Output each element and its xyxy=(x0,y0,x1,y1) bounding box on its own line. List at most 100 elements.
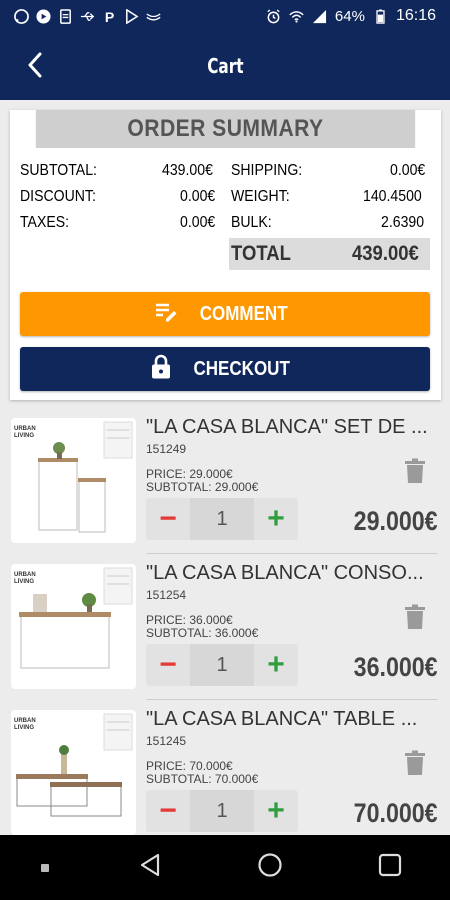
increase-quantity-button[interactable]: + xyxy=(254,498,298,540)
delete-item-button[interactable] xyxy=(404,750,426,776)
shipping-label: SHIPPING: xyxy=(231,162,303,179)
taxes-value: 0.00€ xyxy=(179,214,216,231)
product-subtotal: SUBTOTAL: 36.000€ xyxy=(146,626,259,640)
nav-recents-icon xyxy=(378,853,402,882)
item-total-value: 29.000€ xyxy=(354,506,438,536)
total-label: TOTAL xyxy=(231,242,291,265)
product-price-block: PRICE: 29.000€ SUBTOTAL: 29.000€ xyxy=(146,468,258,494)
bulk-label: BULK: xyxy=(231,214,272,231)
nav-back-icon xyxy=(139,853,161,882)
order-summary-card: ORDER SUMMARY SUBTOTAL: 439.00€ DISCOUNT… xyxy=(10,110,441,400)
item-divider xyxy=(146,699,438,700)
delete-item-button[interactable] xyxy=(404,604,426,630)
item-divider xyxy=(146,553,438,554)
product-image[interactable]: URBAN LIVING xyxy=(11,710,136,835)
cart-item: URBAN LIVING "LA CASA BLANCA" CONSO... 1… xyxy=(0,556,450,702)
nav-home-icon xyxy=(257,852,283,883)
decrease-quantity-button[interactable]: − xyxy=(146,644,190,686)
product-price-block: PRICE: 70.000€ SUBTOTAL: 70.000€ xyxy=(146,760,258,786)
status-bar: P 64% 16:16 xyxy=(0,0,450,32)
doc-icon xyxy=(58,8,73,24)
quantity-stepper: − 1 + xyxy=(146,790,298,832)
svg-text:URBAN: URBAN xyxy=(14,426,36,432)
discount-row: DISCOUNT: 0.00€ xyxy=(20,184,220,210)
back-button[interactable] xyxy=(20,52,50,82)
battery-icon xyxy=(373,8,388,24)
quantity-stepper: − 1 + xyxy=(146,498,298,540)
trash-icon xyxy=(404,604,426,634)
svg-text:LIVING: LIVING xyxy=(14,433,34,439)
product-image[interactable]: URBAN LIVING xyxy=(11,418,136,543)
cart-item: URBAN LIVING "LA CASA BLANCA" SET DE ...… xyxy=(0,410,450,556)
comment-label: COMMENT xyxy=(200,302,288,325)
comment-button[interactable]: COMMENT xyxy=(20,292,430,336)
increase-quantity-button[interactable]: + xyxy=(254,644,298,686)
decrease-quantity-button[interactable]: − xyxy=(146,498,190,540)
item-total: 70.000€ xyxy=(340,798,438,829)
comment-edit-icon xyxy=(154,300,178,328)
checkout-button[interactable]: CHECKOUT xyxy=(20,347,430,391)
quantity-value[interactable]: 1 xyxy=(190,790,254,832)
app-bar: Cart xyxy=(0,32,450,100)
page-title: Cart xyxy=(206,54,244,78)
mail-icon xyxy=(146,9,161,24)
product-subtotal: SUBTOTAL: 29.000€ xyxy=(146,480,259,494)
product-ref: 151245 xyxy=(146,734,187,748)
svg-text:P: P xyxy=(105,9,114,24)
battery-level: 64% xyxy=(334,7,365,25)
signal-icon xyxy=(312,9,327,24)
youtube-icon xyxy=(36,8,51,24)
quantity-value[interactable]: 1 xyxy=(190,644,254,686)
usb-icon xyxy=(80,9,95,24)
nav-back-button[interactable] xyxy=(120,843,180,893)
parking-icon: P xyxy=(102,9,117,24)
nav-home-button[interactable] xyxy=(240,843,300,893)
item-total: 36.000€ xyxy=(340,652,438,683)
weight-value: 140.4500 xyxy=(363,188,422,205)
product-subtotal: SUBTOTAL: 70.000€ xyxy=(146,772,259,786)
alarm-icon xyxy=(266,8,281,24)
discount-label: DISCOUNT: xyxy=(20,188,96,205)
product-ref: 151254 xyxy=(146,588,187,602)
bulk-value: 2.6390 xyxy=(381,214,425,231)
subtotal-row: SUBTOTAL: 439.00€ xyxy=(20,158,220,184)
checkout-label: CHECKOUT xyxy=(193,357,291,380)
trash-icon xyxy=(404,750,426,780)
product-ref: 151249 xyxy=(146,442,187,456)
shipping-row: SHIPPING: 0.00€ xyxy=(231,158,430,184)
order-summary-title: ORDER SUMMARY xyxy=(35,110,416,148)
play-store-icon xyxy=(124,8,139,24)
svg-text:URBAN: URBAN xyxy=(14,572,36,578)
cart-item: URBAN LIVING "LA CASA BLANCA" TABLE ... … xyxy=(0,702,450,848)
svg-text:LIVING: LIVING xyxy=(14,579,34,585)
wifi-icon xyxy=(289,9,304,24)
total-value: 439.00€ xyxy=(352,242,419,265)
back-arrow-icon xyxy=(27,52,43,83)
item-total-value: 70.000€ xyxy=(354,798,438,828)
increase-quantity-button[interactable]: + xyxy=(254,790,298,832)
subtotal-value: 439.00€ xyxy=(162,162,214,179)
nav-dot xyxy=(30,843,60,893)
taxes-label: TAXES: xyxy=(20,214,70,231)
bulk-row: BULK: 2.6390 xyxy=(231,210,430,236)
product-name[interactable]: "LA CASA BLANCA" SET DE ... xyxy=(146,416,428,439)
shipping-value: 0.00€ xyxy=(389,162,426,179)
item-total: 29.000€ xyxy=(340,506,438,537)
nav-recents-button[interactable] xyxy=(360,843,420,893)
svg-text:LIVING: LIVING xyxy=(14,725,34,731)
svg-text:URBAN: URBAN xyxy=(14,718,36,724)
product-name[interactable]: "LA CASA BLANCA" TABLE ... xyxy=(146,708,417,731)
whatsapp-icon xyxy=(14,8,29,24)
product-name[interactable]: "LA CASA BLANCA" CONSO... xyxy=(146,562,424,585)
lock-icon xyxy=(151,354,171,385)
weight-row: WEIGHT: 140.4500 xyxy=(231,184,430,210)
product-image[interactable]: URBAN LIVING xyxy=(11,564,136,689)
clock: 16:16 xyxy=(395,7,436,24)
delete-item-button[interactable] xyxy=(404,458,426,484)
quantity-value[interactable]: 1 xyxy=(190,498,254,540)
android-nav-bar xyxy=(0,835,450,900)
item-total-value: 36.000€ xyxy=(354,652,438,682)
product-price-block: PRICE: 36.000€ SUBTOTAL: 36.000€ xyxy=(146,614,258,640)
taxes-row: TAXES: 0.00€ xyxy=(20,210,220,236)
decrease-quantity-button[interactable]: − xyxy=(146,790,190,832)
